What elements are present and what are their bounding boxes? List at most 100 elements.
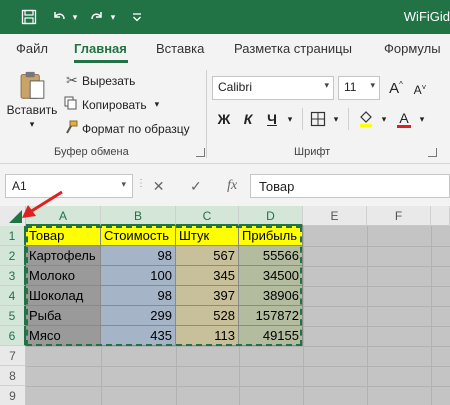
table-cell[interactable]: Мясо: [26, 326, 101, 346]
table-cell[interactable]: 528: [176, 306, 239, 326]
header-cell-profit[interactable]: Прибыль: [239, 226, 303, 246]
tab-page-layout[interactable]: Разметка страницы: [234, 41, 352, 56]
scissors-icon: ✂: [66, 72, 78, 88]
row-header-9[interactable]: 9: [0, 386, 26, 405]
tab-home[interactable]: Главная: [74, 41, 127, 56]
chevron-down-icon: ▾: [370, 80, 375, 90]
redo-icon[interactable]: [88, 8, 106, 26]
tab-insert[interactable]: Вставка: [156, 41, 204, 56]
insert-function-icon[interactable]: fx: [227, 178, 237, 194]
font-color-dropdown-icon[interactable]: ▾: [416, 108, 428, 130]
underline-button[interactable]: Ч: [262, 108, 282, 130]
table-cell[interactable]: 567: [176, 246, 239, 266]
font-name-value: Calibri: [218, 80, 253, 94]
table-cell[interactable]: 299: [101, 306, 176, 326]
font-name-select[interactable]: Calibri ▾: [212, 76, 334, 100]
table-cell[interactable]: 34500: [239, 266, 303, 286]
undo-icon[interactable]: [50, 8, 68, 26]
header-cell-cost[interactable]: Стоимость: [101, 226, 176, 246]
column-header-f[interactable]: F: [367, 206, 431, 226]
row-header-3[interactable]: 3: [0, 266, 26, 286]
save-icon[interactable]: [20, 8, 38, 26]
cancel-icon[interactable]: ✕: [153, 178, 165, 195]
fill-color-dropdown-icon[interactable]: ▾: [378, 108, 390, 130]
underline-dropdown-icon[interactable]: ▾: [284, 108, 296, 130]
decrease-font-size-icon[interactable]: A ˅: [410, 80, 430, 100]
table-cell[interactable]: Шоколад: [26, 286, 101, 306]
table-cell[interactable]: 113: [176, 326, 239, 346]
row-header-4[interactable]: 4: [0, 286, 26, 306]
table-cell[interactable]: 98: [101, 286, 176, 306]
gridline: [367, 226, 368, 405]
table-cell[interactable]: Картофель: [26, 246, 101, 266]
table-cell[interactable]: Рыба: [26, 306, 101, 326]
ribbon-separator: [348, 108, 349, 130]
font-size-select[interactable]: 11 ▾: [338, 76, 380, 100]
column-header-b[interactable]: B: [101, 206, 176, 226]
row-header-8[interactable]: 8: [0, 366, 26, 386]
red-arrow-annotation: [22, 190, 63, 218]
clipboard-launcher-icon[interactable]: [196, 148, 205, 157]
copy-dropdown-icon[interactable]: ▾: [155, 99, 160, 110]
column-header-e[interactable]: E: [303, 206, 367, 226]
formula-input[interactable]: Товар: [250, 174, 450, 198]
table-cell[interactable]: 435: [101, 326, 176, 346]
gridline: [431, 226, 432, 405]
row-header-6[interactable]: 6: [0, 326, 26, 346]
paste-label: Вставить: [6, 103, 58, 117]
table-cell[interactable]: 55566: [239, 246, 303, 266]
undo-dropdown-icon[interactable]: ▾: [70, 8, 80, 26]
chevron-down-icon[interactable]: ▾: [121, 179, 126, 190]
font-size-value: 11: [344, 80, 357, 94]
cut-button[interactable]: ✂ Вырезать: [66, 72, 135, 89]
italic-button[interactable]: К: [238, 108, 258, 130]
header-cell-product[interactable]: Товар: [26, 226, 101, 246]
paintbrush-icon: [64, 120, 82, 137]
tab-file[interactable]: Файл: [16, 41, 48, 56]
column-header-c[interactable]: C: [176, 206, 239, 226]
font-launcher-icon[interactable]: [428, 148, 437, 157]
ribbon-tabs: Файл Главная Вставка Разметка страницы Ф…: [0, 34, 450, 64]
ribbon: Вставить ▾ ✂ Вырезать Копировать ▾ Форма…: [0, 64, 450, 164]
table-cell[interactable]: 100: [101, 266, 176, 286]
table-cell[interactable]: 38906: [239, 286, 303, 306]
tab-formulas[interactable]: Формулы: [384, 41, 441, 56]
paste-dropdown-icon[interactable]: ▾: [30, 119, 35, 130]
bold-button[interactable]: Ж: [214, 108, 234, 130]
enter-icon[interactable]: ✓: [190, 178, 202, 195]
copy-label: Копировать: [82, 97, 147, 112]
gridline: [303, 226, 304, 405]
copy-button[interactable]: Копировать ▾: [64, 96, 159, 113]
column-header-g[interactable]: [431, 206, 450, 226]
table-cell[interactable]: 345: [176, 266, 239, 286]
title-bar: ▾ ▾ WiFiGid: [0, 0, 450, 34]
row-header-5[interactable]: 5: [0, 306, 26, 326]
row-header-2[interactable]: 2: [0, 246, 26, 266]
font-group-label: Шрифт: [294, 146, 331, 158]
format-painter-button[interactable]: Формат по образцу: [64, 120, 190, 137]
increase-font-size-icon[interactable]: A ^: [386, 78, 406, 98]
borders-dropdown-icon[interactable]: ▾: [330, 108, 342, 130]
formula-buttons: ✕ ✓ fx: [140, 174, 250, 198]
font-color-icon[interactable]: A: [394, 108, 414, 130]
table-cell[interactable]: 157872: [239, 306, 303, 326]
customize-toolbar-icon[interactable]: [128, 8, 146, 26]
format-painter-label: Формат по образцу: [82, 121, 190, 136]
paste-button[interactable]: Вставить ▾: [7, 70, 57, 130]
column-header-d[interactable]: D: [239, 206, 303, 226]
gridline: [26, 386, 450, 387]
copy-icon: [64, 96, 82, 113]
header-cell-quantity[interactable]: Штук: [176, 226, 239, 246]
row-header-1[interactable]: 1: [0, 226, 26, 246]
table-cell[interactable]: 98: [101, 246, 176, 266]
gridline: [26, 346, 450, 347]
table-cell[interactable]: 397: [176, 286, 239, 306]
table-cell[interactable]: Молоко: [26, 266, 101, 286]
borders-icon[interactable]: [308, 108, 328, 130]
table-cell[interactable]: 49155: [239, 326, 303, 346]
row-header-7[interactable]: 7: [0, 346, 26, 366]
redo-dropdown-icon[interactable]: ▾: [108, 8, 118, 26]
worksheet-grid: A B C D E F 1 2 3 4 5 6 7 8 9 Товар Стои…: [0, 206, 450, 405]
clipboard-group-label: Буфер обмена: [54, 146, 129, 158]
fill-color-icon[interactable]: [356, 108, 376, 130]
